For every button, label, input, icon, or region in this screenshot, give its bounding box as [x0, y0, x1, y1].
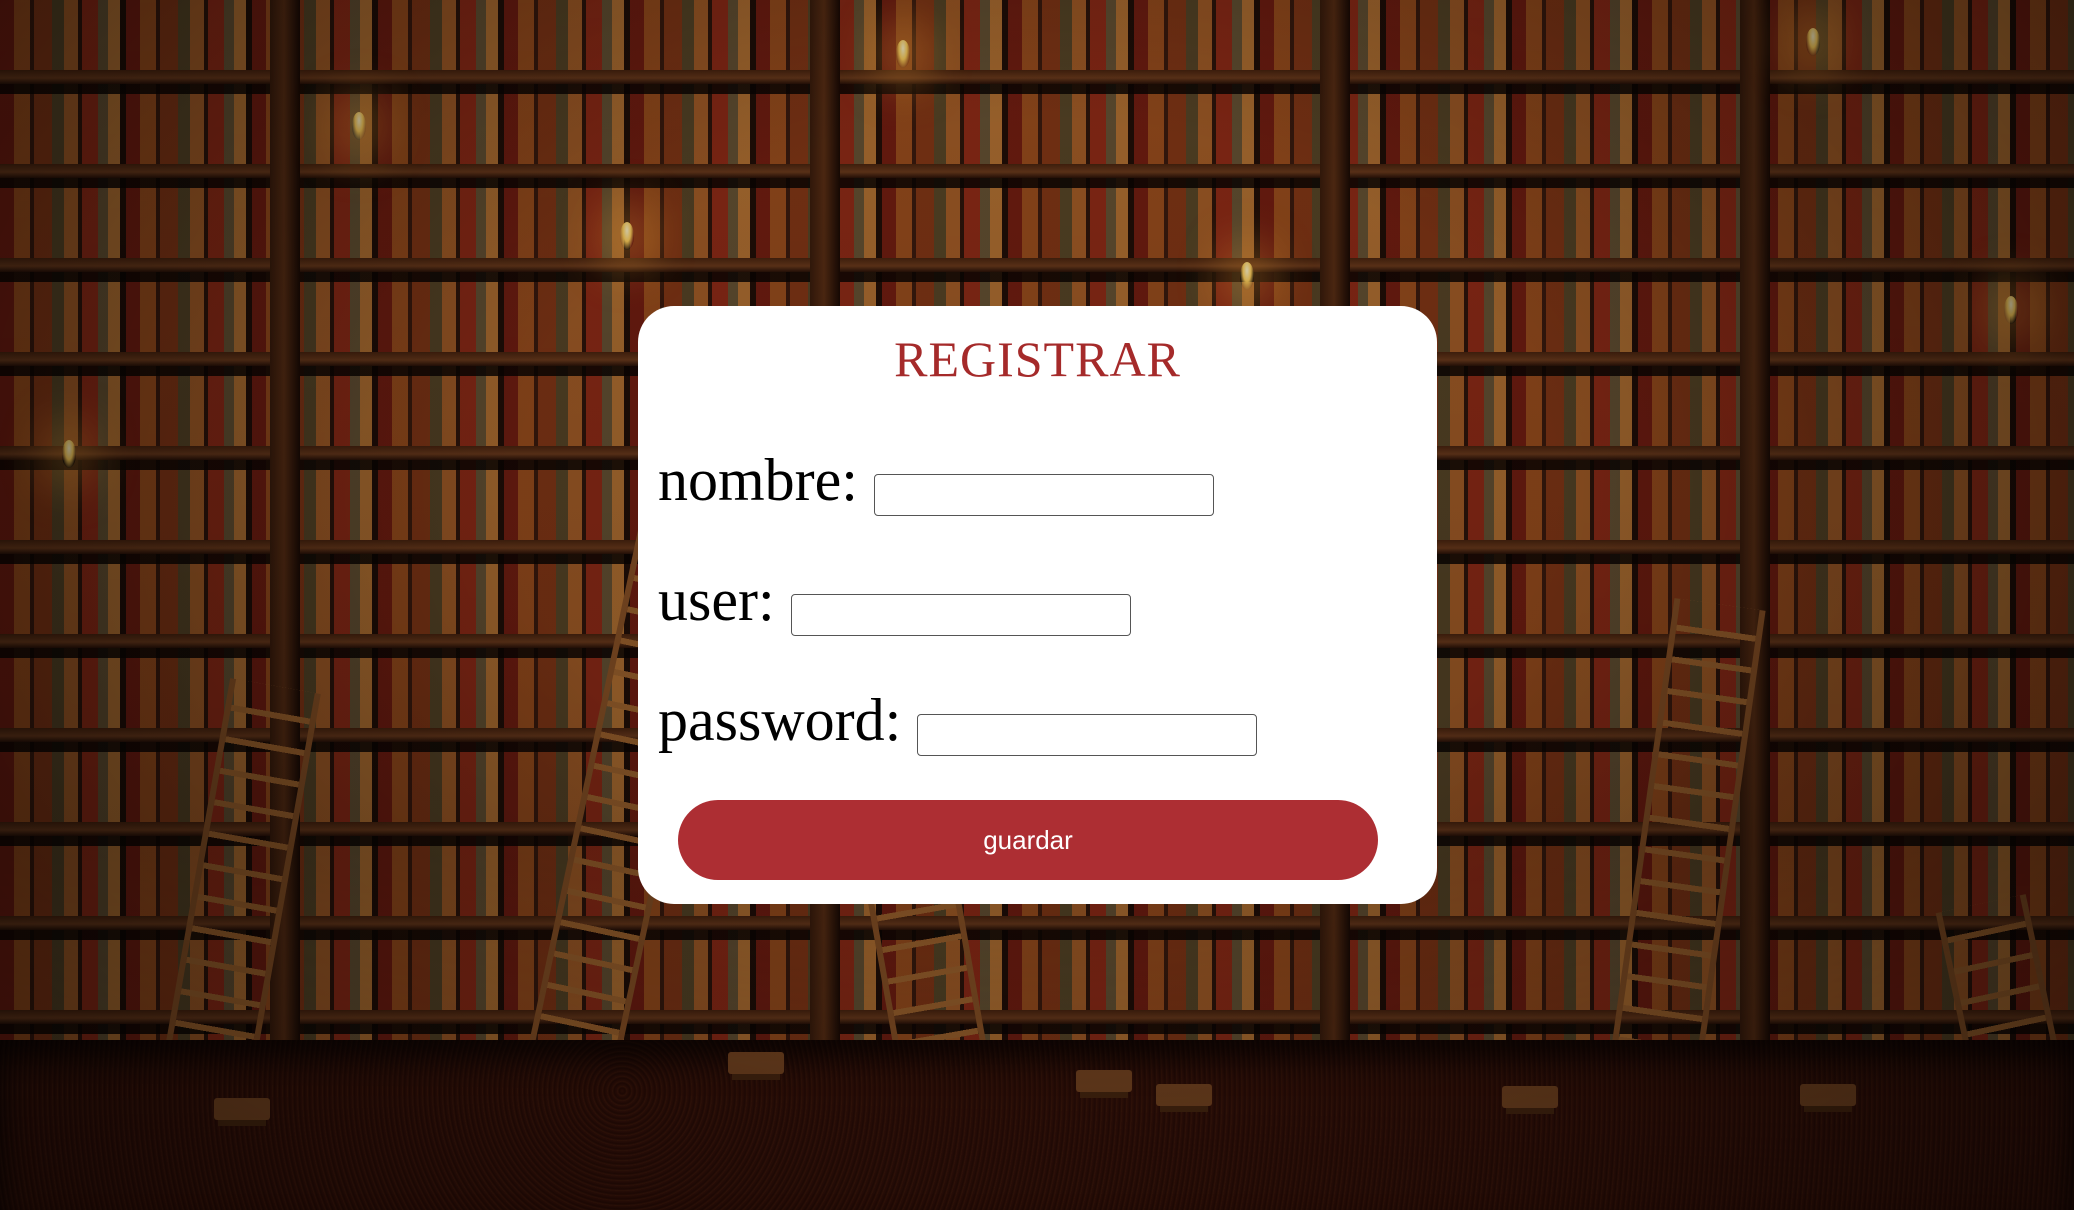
- nombre-input[interactable]: [873, 474, 1214, 516]
- user-label: user:: [658, 567, 775, 633]
- user-input[interactable]: [790, 594, 1131, 636]
- registration-card: REGISTRAR nombre: user: password: guarda…: [638, 306, 1437, 904]
- save-button[interactable]: guardar: [678, 800, 1378, 880]
- password-input[interactable]: [917, 714, 1258, 756]
- password-row: password:: [658, 680, 1258, 756]
- form-title: REGISTRAR: [894, 331, 1181, 387]
- user-row: user:: [658, 560, 1131, 636]
- nombre-row: nombre:: [658, 440, 1214, 516]
- nombre-label: nombre:: [658, 447, 858, 513]
- password-label: password:: [658, 687, 902, 753]
